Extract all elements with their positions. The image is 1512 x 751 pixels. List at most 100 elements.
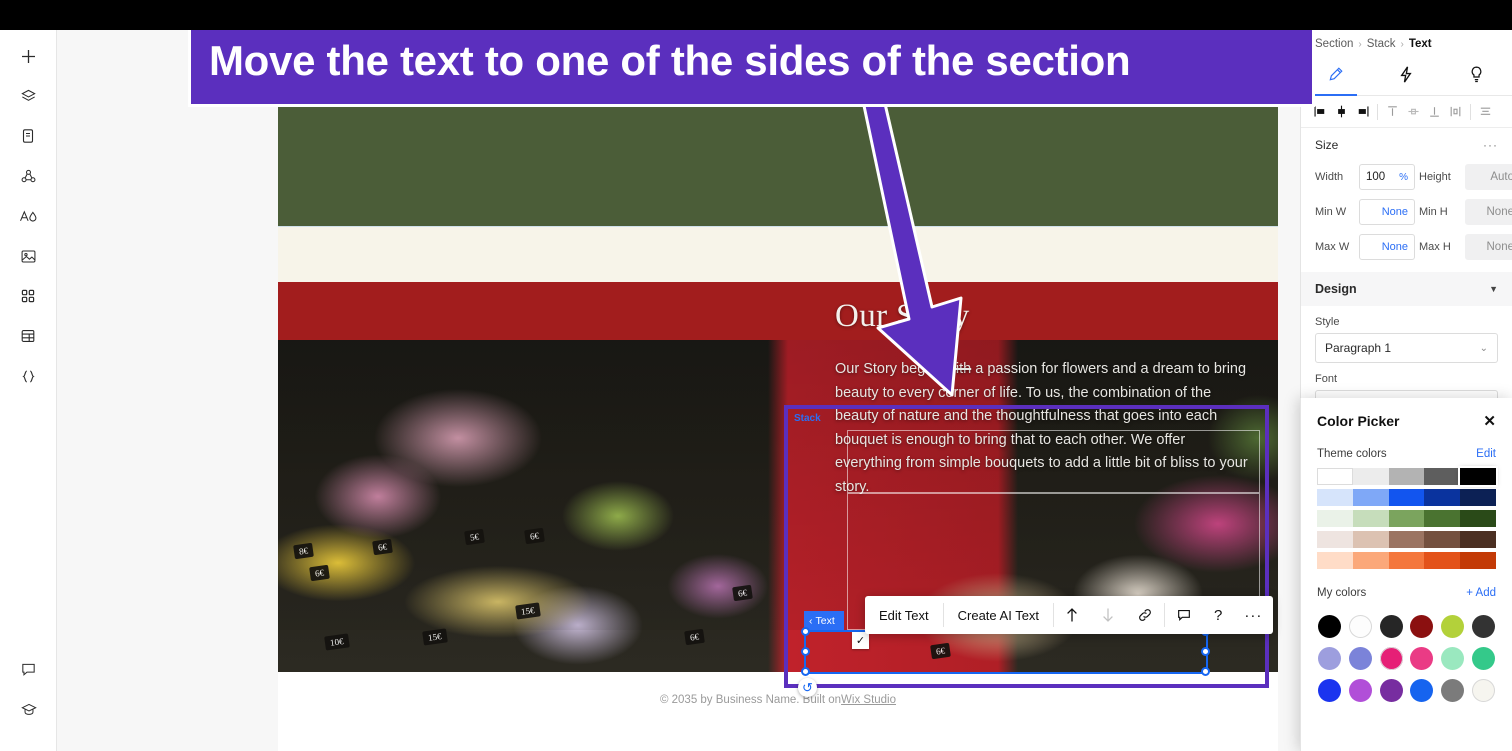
theme-color-swatch[interactable] <box>1460 489 1496 506</box>
theme-color-swatch[interactable] <box>1317 489 1353 506</box>
theme-color-swatch[interactable] <box>1317 531 1353 548</box>
theme-color-swatch[interactable] <box>1388 489 1425 506</box>
maxh-input[interactable]: None <box>1465 234 1512 260</box>
theme-color-swatch[interactable] <box>1424 531 1461 548</box>
help-icon[interactable]: ? <box>1203 596 1233 634</box>
site-structure-icon[interactable] <box>10 160 46 192</box>
theme-color-swatch[interactable] <box>1352 552 1389 569</box>
breadcrumb-item-stack[interactable]: Stack <box>1367 38 1396 50</box>
my-color-swatch[interactable] <box>1472 647 1496 670</box>
align-right-icon[interactable] <box>1353 101 1372 123</box>
theme-color-swatch[interactable] <box>1317 510 1353 527</box>
rotate-handle[interactable]: ↺ <box>798 678 817 697</box>
my-color-swatch[interactable] <box>1441 679 1465 702</box>
my-color-swatch[interactable] <box>1410 615 1434 638</box>
cream-section[interactable] <box>278 226 1278 282</box>
my-color-swatch[interactable] <box>1348 615 1372 638</box>
my-color-swatch[interactable] <box>1317 679 1341 702</box>
theme-color-swatch[interactable] <box>1352 531 1389 548</box>
minw-input[interactable]: None <box>1359 199 1415 225</box>
comment-icon[interactable] <box>1165 596 1203 634</box>
breadcrumb-item-text[interactable]: Text <box>1409 38 1432 50</box>
align-bottom-icon[interactable] <box>1425 101 1444 123</box>
arrow-down-icon[interactable] <box>1090 596 1126 634</box>
theme-color-swatch[interactable] <box>1388 552 1425 569</box>
size-more-icon[interactable]: ··· <box>1483 138 1498 152</box>
theme-color-swatch[interactable] <box>1460 510 1496 527</box>
floating-text-toolbar[interactable]: Edit Text Create AI Text ? ··· <box>865 596 1274 634</box>
more-icon[interactable]: ··· <box>1233 596 1273 634</box>
theme-color-swatch[interactable] <box>1317 552 1353 569</box>
height-input[interactable]: Auto <box>1465 164 1512 190</box>
minh-input[interactable]: None <box>1465 199 1512 225</box>
distribute-vertical-icon[interactable] <box>1446 101 1465 123</box>
theme-color-swatch[interactable] <box>1424 510 1461 527</box>
design-section-header[interactable]: Design ▼ <box>1301 272 1512 306</box>
close-icon[interactable]: ✕ <box>1483 412 1496 430</box>
add-icon[interactable] <box>10 40 46 72</box>
my-color-swatch[interactable] <box>1348 647 1372 670</box>
site-footer[interactable]: © 2035 by Business Name. Built on Wix St… <box>278 672 1278 728</box>
media-icon[interactable] <box>10 240 46 272</box>
width-input[interactable]: 100 % <box>1359 164 1415 190</box>
theme-color-swatch[interactable] <box>1388 531 1425 548</box>
theme-color-swatch[interactable] <box>1352 468 1389 485</box>
theme-text-icon[interactable] <box>10 200 46 232</box>
layers-icon[interactable] <box>10 80 46 112</box>
cms-icon[interactable] <box>10 320 46 352</box>
tab-ai[interactable] <box>1442 58 1512 95</box>
price-tag: 6€ <box>309 564 330 582</box>
edit-text-button[interactable]: Edit Text <box>865 596 943 634</box>
link-icon[interactable] <box>1126 596 1164 634</box>
arrow-up-icon[interactable] <box>1054 596 1090 634</box>
breadcrumb-item-section[interactable]: Section <box>1315 38 1353 50</box>
theme-color-swatch[interactable] <box>1317 468 1353 485</box>
theme-color-swatch[interactable] <box>1388 468 1425 485</box>
learn-icon[interactable] <box>11 693 47 725</box>
my-color-swatch[interactable] <box>1317 615 1341 638</box>
pages-icon[interactable] <box>10 120 46 152</box>
edit-theme-colors-link[interactable]: Edit <box>1476 448 1496 460</box>
theme-color-swatch[interactable] <box>1460 531 1496 548</box>
theme-color-swatch[interactable] <box>1352 510 1389 527</box>
align-center-icon[interactable] <box>1332 101 1351 123</box>
create-ai-text-button[interactable]: Create AI Text <box>944 596 1053 634</box>
stretch-icon[interactable] <box>1476 101 1495 123</box>
align-top-icon[interactable] <box>1383 101 1402 123</box>
chevron-right-icon: › <box>1358 38 1362 50</box>
my-color-swatch[interactable] <box>1379 615 1403 638</box>
footer-link-wix-studio[interactable]: Wix Studio <box>841 694 896 706</box>
my-color-swatch[interactable] <box>1379 679 1403 702</box>
my-color-swatch[interactable] <box>1472 615 1496 638</box>
photo-overlay <box>278 340 1278 630</box>
my-color-swatch[interactable] <box>1410 679 1434 702</box>
comments-icon[interactable] <box>11 653 47 685</box>
maxw-input[interactable]: None <box>1359 234 1415 260</box>
theme-color-swatch[interactable] <box>1458 466 1498 487</box>
apps-icon[interactable] <box>10 280 46 312</box>
style-select[interactable]: Paragraph 1 ⌄ <box>1315 333 1498 363</box>
theme-color-swatch[interactable] <box>1460 552 1496 569</box>
my-color-swatch[interactable] <box>1410 647 1434 670</box>
theme-color-swatch[interactable] <box>1352 489 1389 506</box>
tab-interactions[interactable] <box>1371 58 1441 95</box>
add-color-link[interactable]: + Add <box>1466 587 1496 599</box>
my-color-swatch[interactable] <box>1441 615 1465 638</box>
my-color-swatch[interactable] <box>1441 647 1465 670</box>
chevron-down-icon[interactable]: ▼ <box>1489 284 1498 294</box>
my-color-swatch[interactable] <box>1379 647 1403 670</box>
my-color-swatch[interactable] <box>1317 647 1341 670</box>
theme-color-swatch[interactable] <box>1388 510 1425 527</box>
theme-color-row <box>1317 466 1498 487</box>
my-colors-label: My colors <box>1317 587 1367 599</box>
brush-icon <box>1327 65 1345 88</box>
dev-mode-icon[interactable] <box>10 360 46 392</box>
my-color-swatch[interactable] <box>1472 679 1496 702</box>
site-canvas[interactable]: Bliss to thank for that." - Sarah M Can'… <box>278 30 1278 751</box>
align-middle-icon[interactable] <box>1404 101 1423 123</box>
theme-color-swatch[interactable] <box>1424 489 1461 506</box>
my-color-swatch[interactable] <box>1348 679 1372 702</box>
theme-color-swatch[interactable] <box>1424 468 1461 485</box>
theme-color-swatch[interactable] <box>1424 552 1461 569</box>
checkmark-icon[interactable]: ✓ <box>852 632 869 649</box>
